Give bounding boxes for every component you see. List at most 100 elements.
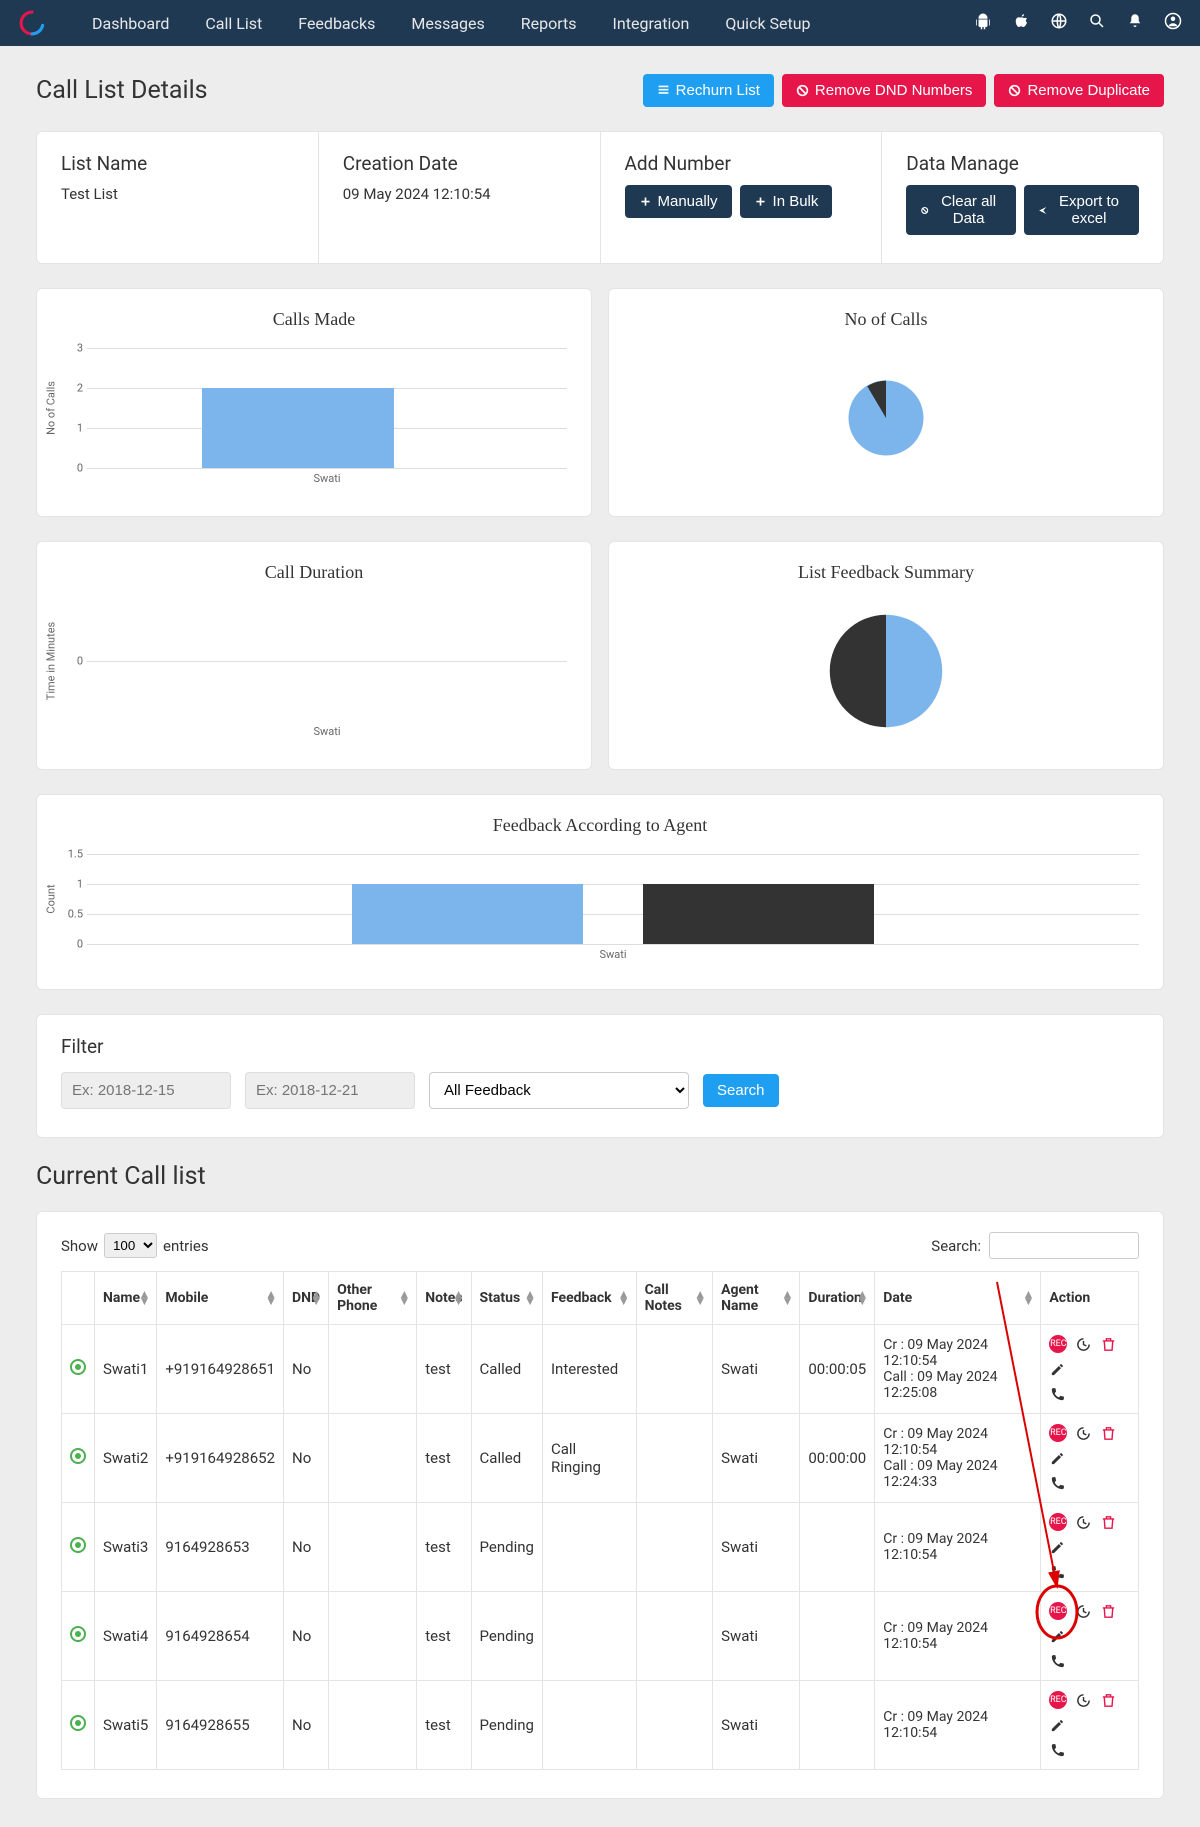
history-icon[interactable] bbox=[1075, 1603, 1092, 1620]
cell-duration bbox=[800, 1592, 875, 1681]
no-of-calls-chart: No of Calls bbox=[608, 288, 1164, 517]
col-action: Action bbox=[1041, 1272, 1139, 1325]
record-icon[interactable]: REC bbox=[1049, 1602, 1067, 1620]
col-status[interactable]: Status▲▼ bbox=[471, 1272, 542, 1325]
cell-dnd: No bbox=[284, 1592, 329, 1681]
history-icon[interactable] bbox=[1075, 1514, 1092, 1531]
add-bulk-button[interactable]: In Bulk bbox=[740, 185, 833, 218]
nav-integration[interactable]: Integration bbox=[595, 2, 708, 45]
call-icon[interactable] bbox=[1049, 1564, 1130, 1581]
nav-call-list[interactable]: Call List bbox=[187, 2, 280, 45]
top-nav: Dashboard Call List Feedbacks Messages R… bbox=[0, 0, 1200, 46]
col-name[interactable]: Name▲▼ bbox=[95, 1272, 157, 1325]
cell-feedback: Interested bbox=[542, 1325, 636, 1414]
cell-mobile: +919164928652 bbox=[157, 1414, 284, 1503]
record-icon[interactable]: REC bbox=[1049, 1513, 1067, 1531]
expand-icon[interactable] bbox=[70, 1537, 86, 1553]
list-name-label: List Name bbox=[61, 152, 294, 175]
page-size-select[interactable]: 100 bbox=[104, 1233, 157, 1258]
col-notes[interactable]: Notes▲▼ bbox=[417, 1272, 471, 1325]
record-icon[interactable]: REC bbox=[1049, 1424, 1067, 1442]
call-icon[interactable] bbox=[1049, 1653, 1130, 1670]
cell-action: REC bbox=[1041, 1414, 1139, 1503]
android-icon[interactable] bbox=[974, 12, 992, 35]
call-icon[interactable] bbox=[1049, 1475, 1130, 1492]
delete-icon[interactable] bbox=[1100, 1692, 1117, 1709]
search-icon[interactable] bbox=[1088, 12, 1106, 35]
col-feedback[interactable]: Feedback▲▼ bbox=[542, 1272, 636, 1325]
bell-icon[interactable] bbox=[1126, 12, 1144, 35]
nav-messages[interactable]: Messages bbox=[393, 2, 502, 45]
cell-dnd: No bbox=[284, 1325, 329, 1414]
filter-feedback-select[interactable]: All Feedback bbox=[429, 1072, 689, 1109]
filter-to-date[interactable] bbox=[245, 1072, 415, 1109]
globe-icon[interactable] bbox=[1050, 12, 1068, 35]
col-dnd[interactable]: DND▲▼ bbox=[284, 1272, 329, 1325]
col-call-notes[interactable]: Call Notes▲▼ bbox=[636, 1272, 713, 1325]
nav-dashboard[interactable]: Dashboard bbox=[74, 2, 187, 45]
edit-icon[interactable] bbox=[1049, 1361, 1066, 1378]
nav-quick-setup[interactable]: Quick Setup bbox=[707, 2, 828, 45]
delete-icon[interactable] bbox=[1100, 1514, 1117, 1531]
expand-icon[interactable] bbox=[70, 1626, 86, 1642]
remove-dnd-button[interactable]: Remove DND Numbers bbox=[782, 74, 987, 107]
cell-agent: Swati bbox=[713, 1325, 800, 1414]
apple-icon[interactable] bbox=[1012, 12, 1030, 35]
col-agent-name[interactable]: Agent Name▲▼ bbox=[713, 1272, 800, 1325]
export-excel-button[interactable]: Export to excel bbox=[1024, 185, 1139, 235]
filter-from-date[interactable] bbox=[61, 1072, 231, 1109]
rechurn-button[interactable]: Rechurn List bbox=[643, 74, 774, 107]
cell-status: Pending bbox=[471, 1681, 542, 1770]
filter-search-button[interactable]: Search bbox=[703, 1074, 779, 1107]
cell-status: Called bbox=[471, 1414, 542, 1503]
expand-icon[interactable] bbox=[70, 1359, 86, 1375]
col-other-phone[interactable]: Other Phone▲▼ bbox=[329, 1272, 417, 1325]
chart-title: Feedback According to Agent bbox=[61, 815, 1139, 836]
delete-icon[interactable] bbox=[1100, 1425, 1117, 1442]
pie-icon bbox=[826, 611, 946, 731]
nav-feedbacks[interactable]: Feedbacks bbox=[280, 2, 393, 45]
add-number-label: Add Number bbox=[625, 152, 858, 175]
cell-call-notes bbox=[636, 1325, 713, 1414]
edit-icon[interactable] bbox=[1049, 1539, 1066, 1556]
col-date[interactable]: Date▲▼ bbox=[875, 1272, 1041, 1325]
cell-feedback bbox=[542, 1681, 636, 1770]
expand-icon[interactable] bbox=[70, 1448, 86, 1464]
cell-mobile: 9164928655 bbox=[157, 1681, 284, 1770]
cell-duration: 00:00:00 bbox=[800, 1414, 875, 1503]
delete-icon[interactable] bbox=[1100, 1603, 1117, 1620]
expand-icon[interactable] bbox=[70, 1715, 86, 1731]
current-call-list-heading: Current Call list bbox=[36, 1162, 1164, 1191]
clear-data-button[interactable]: Clear all Data bbox=[906, 185, 1015, 235]
remove-duplicate-button[interactable]: Remove Duplicate bbox=[994, 74, 1164, 107]
record-icon[interactable]: REC bbox=[1049, 1335, 1067, 1353]
col-duration[interactable]: Duration▲▼ bbox=[800, 1272, 875, 1325]
edit-icon[interactable] bbox=[1049, 1450, 1066, 1467]
edit-icon[interactable] bbox=[1049, 1717, 1066, 1734]
filter-heading: Filter bbox=[61, 1035, 1139, 1058]
user-icon[interactable] bbox=[1164, 12, 1182, 35]
cell-agent: Swati bbox=[713, 1414, 800, 1503]
cell-duration bbox=[800, 1503, 875, 1592]
record-icon[interactable]: REC bbox=[1049, 1691, 1067, 1709]
call-icon[interactable] bbox=[1049, 1742, 1130, 1759]
edit-icon[interactable] bbox=[1049, 1628, 1066, 1645]
call-icon[interactable] bbox=[1049, 1386, 1130, 1403]
col-mobile[interactable]: Mobile▲▼ bbox=[157, 1272, 284, 1325]
history-icon[interactable] bbox=[1075, 1692, 1092, 1709]
cell-dnd: No bbox=[284, 1681, 329, 1770]
cell-mobile: 9164928653 bbox=[157, 1503, 284, 1592]
cell-name: Swati5 bbox=[95, 1681, 157, 1770]
cell-date: Cr : 09 May 2024 12:10:54 Call : 09 May … bbox=[875, 1325, 1041, 1414]
nav-reports[interactable]: Reports bbox=[503, 2, 595, 45]
cell-feedback: Call Ringing bbox=[542, 1414, 636, 1503]
cell-date: Cr : 09 May 2024 12:10:54 Call : 09 May … bbox=[875, 1414, 1041, 1503]
cell-notes: test bbox=[417, 1325, 471, 1414]
history-icon[interactable] bbox=[1075, 1425, 1092, 1442]
delete-icon[interactable] bbox=[1100, 1336, 1117, 1353]
table-search-input[interactable] bbox=[989, 1232, 1139, 1259]
history-icon[interactable] bbox=[1075, 1336, 1092, 1353]
pie-icon bbox=[846, 378, 926, 458]
chart-title: No of Calls bbox=[633, 309, 1139, 330]
add-manually-button[interactable]: Manually bbox=[625, 185, 732, 218]
